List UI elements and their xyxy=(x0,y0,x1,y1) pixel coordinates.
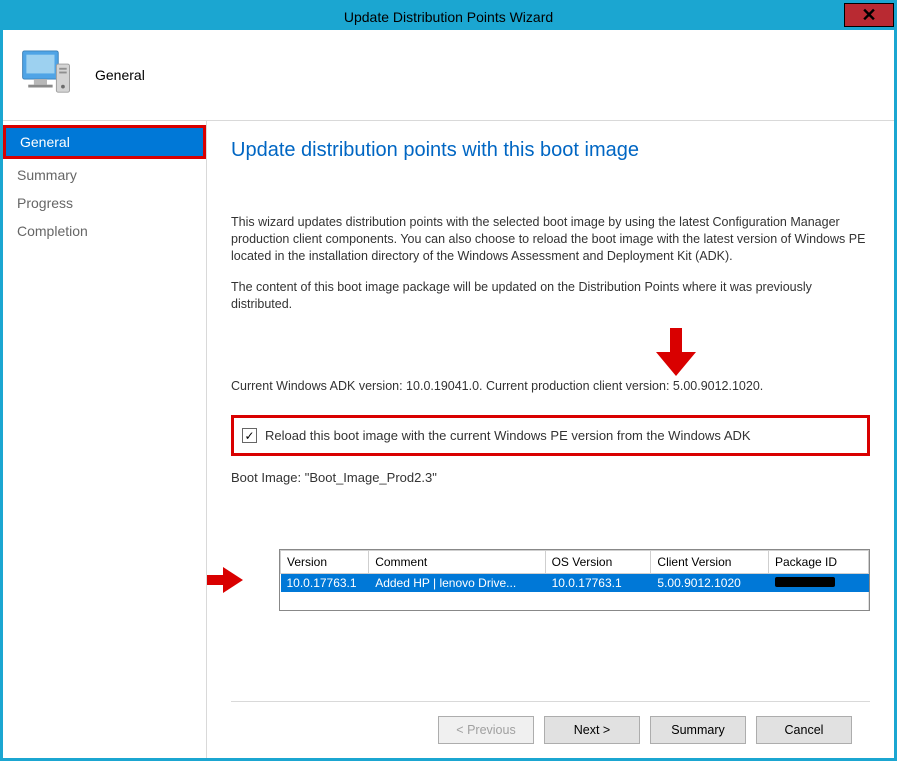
next-button[interactable]: Next > xyxy=(544,716,640,744)
checkmark-icon: ✓ xyxy=(244,429,254,443)
col-comment[interactable]: Comment xyxy=(369,551,545,574)
boot-image-table: Version Comment OS Version Client Versio… xyxy=(279,549,870,611)
page-title: Update distribution points with this boo… xyxy=(231,139,870,162)
sidebar-item-progress[interactable]: Progress xyxy=(3,189,206,217)
cell-comment: Added HP | lenovo Drive... xyxy=(369,574,545,593)
annotation-red-box-checkbox: ✓ Reload this boot image with the curren… xyxy=(231,415,870,456)
table-region: Version Comment OS Version Client Versio… xyxy=(231,549,870,611)
col-version[interactable]: Version xyxy=(281,551,369,574)
close-icon: ✕ xyxy=(861,5,876,26)
previous-button[interactable]: < Previous xyxy=(438,716,534,744)
annotation-red-box-sidebar: General xyxy=(3,125,206,159)
wizard-body: General Summary Progress Completion Upda… xyxy=(3,121,894,758)
summary-button[interactable]: Summary xyxy=(650,716,746,744)
main-panel: Update distribution points with this boo… xyxy=(207,121,894,758)
close-button[interactable]: ✕ xyxy=(844,3,894,27)
title-bar: Update Distribution Points Wizard ✕ xyxy=(3,3,894,30)
wizard-footer: < Previous Next > Summary Cancel xyxy=(231,701,870,758)
annotation-arrow-down xyxy=(481,328,870,376)
cell-os-version: 10.0.17763.1 xyxy=(545,574,651,593)
cell-client-version: 5.00.9012.1020 xyxy=(651,574,769,593)
reload-checkbox-label: Reload this boot image with the current … xyxy=(265,428,751,443)
computer-icon xyxy=(17,45,77,105)
cell-package-id xyxy=(769,574,869,593)
table-row[interactable]: 10.0.17763.1 Added HP | lenovo Drive... … xyxy=(281,574,869,593)
sidebar-item-general[interactable]: General xyxy=(6,128,203,156)
col-package-id[interactable]: Package ID xyxy=(769,551,869,574)
redacted-icon xyxy=(775,577,835,587)
col-os-version[interactable]: OS Version xyxy=(545,551,651,574)
wizard-window: Update Distribution Points Wizard ✕ Gene… xyxy=(0,0,897,761)
col-client-version[interactable]: Client Version xyxy=(651,551,769,574)
reload-checkbox[interactable]: ✓ xyxy=(242,428,257,443)
window-title: Update Distribution Points Wizard xyxy=(344,9,553,25)
cancel-button[interactable]: Cancel xyxy=(756,716,852,744)
header-page-title: General xyxy=(95,67,145,83)
description-paragraph-2: The content of this boot image package w… xyxy=(231,279,870,313)
wizard-steps-sidebar: General Summary Progress Completion xyxy=(3,121,207,758)
sidebar-item-completion[interactable]: Completion xyxy=(3,217,206,245)
boot-image-label: Boot Image: "Boot_Image_Prod2.3" xyxy=(231,470,870,485)
version-info-line: Current Windows ADK version: 10.0.19041.… xyxy=(231,378,870,395)
sidebar-item-summary[interactable]: Summary xyxy=(3,161,206,189)
annotation-arrow-right xyxy=(207,567,243,593)
description-paragraph-1: This wizard updates distribution points … xyxy=(231,214,870,265)
cell-version: 10.0.17763.1 xyxy=(281,574,369,593)
wizard-header: General xyxy=(3,30,894,120)
